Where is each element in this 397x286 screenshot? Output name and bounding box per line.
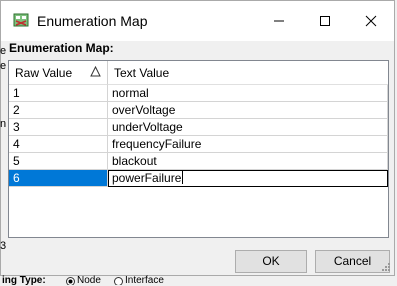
text-value-cell[interactable]: frequencyFailure bbox=[108, 136, 388, 153]
background-type-label: ing Type: bbox=[2, 275, 46, 286]
background-panel bbox=[0, 276, 397, 285]
raw-value-cell[interactable]: 2 bbox=[9, 102, 108, 119]
table-row[interactable]: 5 blackout bbox=[9, 153, 388, 170]
enumeration-map-dialog: Enumeration Map Enumeration Map: Raw Val… bbox=[0, 0, 395, 276]
table-row[interactable]: 4 frequencyFailure bbox=[9, 136, 388, 153]
minimize-icon bbox=[274, 20, 284, 22]
raw-value-cell[interactable]: 5 bbox=[9, 153, 108, 170]
ok-button[interactable]: OK bbox=[235, 250, 307, 273]
close-button[interactable] bbox=[348, 1, 394, 41]
maximize-button[interactable] bbox=[302, 1, 348, 41]
title-bar: Enumeration Map bbox=[1, 1, 394, 41]
raw-value-cell[interactable]: 3 bbox=[9, 119, 108, 136]
minimize-button[interactable] bbox=[256, 1, 302, 41]
background-text-fragment: e bbox=[0, 60, 7, 72]
text-value-cell[interactable]: normal bbox=[108, 85, 388, 102]
raw-value-cell[interactable]: 4 bbox=[9, 136, 108, 153]
background-text-fragment: e bbox=[0, 45, 7, 57]
sort-ascending-icon bbox=[90, 66, 101, 77]
text-value-cell[interactable]: underVoltage bbox=[108, 119, 388, 136]
text-value-edit-text: powerFailure bbox=[112, 171, 182, 185]
column-header-text-value[interactable]: Text Value bbox=[108, 61, 388, 85]
column-header-raw-label: Raw Value bbox=[15, 66, 73, 80]
enumeration-map-label: Enumeration Map: bbox=[9, 41, 114, 55]
raw-value-cell[interactable]: 1 bbox=[9, 85, 108, 102]
radio-node-label[interactable]: Node bbox=[77, 276, 101, 286]
column-header-raw-value[interactable]: Raw Value bbox=[9, 61, 108, 85]
radio-interface-label[interactable]: Interface bbox=[125, 276, 164, 286]
table-row[interactable]: 2 overVoltage bbox=[9, 102, 388, 119]
text-caret bbox=[182, 171, 184, 184]
radio-interface-icon[interactable] bbox=[114, 277, 123, 285]
background-text-fragment: 3 bbox=[0, 240, 7, 252]
maximize-icon bbox=[320, 16, 330, 26]
column-header-text-label: Text Value bbox=[114, 66, 170, 80]
close-icon bbox=[365, 15, 377, 27]
table-row[interactable]: 1 normal bbox=[9, 85, 388, 102]
table-row-selected[interactable]: 6 powerFailure bbox=[9, 170, 388, 187]
table-row[interactable]: 3 underVoltage bbox=[9, 119, 388, 136]
background-text-fragment: n bbox=[0, 118, 7, 130]
resize-grip-icon[interactable] bbox=[381, 262, 391, 272]
text-value-edit-field[interactable]: powerFailure bbox=[108, 170, 388, 187]
text-value-cell[interactable]: overVoltage bbox=[108, 102, 388, 119]
window-title: Enumeration Map bbox=[37, 13, 148, 29]
text-value-cell[interactable]: blackout bbox=[108, 153, 388, 170]
raw-value-cell[interactable]: 6 bbox=[9, 170, 108, 187]
radio-node-icon[interactable] bbox=[66, 277, 75, 285]
enumeration-app-icon bbox=[13, 13, 29, 27]
cancel-button[interactable]: Cancel bbox=[315, 250, 390, 273]
enumeration-grid[interactable]: Raw Value Text Value 1 normal 2 overVolt… bbox=[8, 60, 389, 238]
